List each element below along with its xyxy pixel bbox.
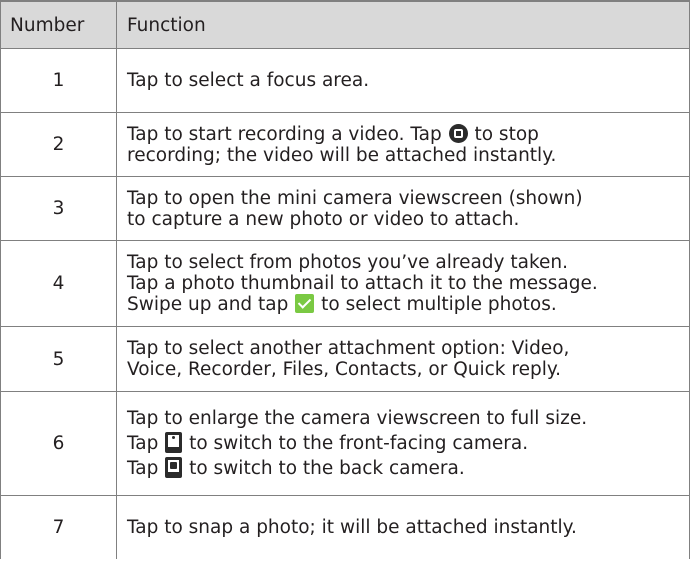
stop-record-icon	[448, 123, 468, 143]
function-text: Tap	[127, 458, 165, 479]
front-camera-icon	[165, 432, 183, 453]
table-row: 1 Tap to select a focus area.	[0, 48, 690, 113]
function-text: to capture a new photo or video to attac…	[127, 208, 520, 230]
table-row: 7 Tap to snap a photo; it will be attach…	[0, 495, 690, 559]
function-text: Tap	[127, 433, 165, 454]
function-text: recording; the video will be attached in…	[127, 144, 557, 166]
table-row: 3 Tap to open the mini camera viewscreen…	[0, 176, 690, 241]
row-function: Tap to snap a photo; it will be attached…	[116, 495, 690, 559]
function-text: Tap to select from photos you’ve already…	[127, 252, 568, 273]
row-number: 5	[0, 326, 117, 392]
row-number: 7	[0, 495, 117, 559]
row-function: Tap to open the mini camera viewscreen (…	[116, 176, 690, 241]
row-number: 1	[0, 48, 117, 113]
function-text: to switch to the back camera.	[183, 458, 465, 479]
checkbox-icon	[295, 294, 315, 313]
function-text: Tap to select another attachment option:…	[127, 338, 570, 359]
row-function: Tap to enlarge the camera viewscreen to …	[116, 391, 690, 496]
row-number: 6	[0, 391, 117, 496]
table-row: 6 Tap to enlarge the camera viewscreen t…	[0, 391, 690, 496]
function-text: to select multiple photos.	[315, 294, 557, 315]
function-text: Tap a photo thumbnail to attach it to th…	[127, 273, 598, 294]
row-function: Tap to start recording a video. Tap to s…	[116, 112, 690, 177]
row-number: 4	[0, 240, 117, 327]
column-header-function: Function	[116, 0, 690, 49]
function-text: to stop	[468, 123, 539, 145]
table-row: 5 Tap to select another attachment optio…	[0, 326, 690, 392]
function-text: Tap to enlarge the camera viewscreen to …	[127, 408, 588, 429]
function-text: to switch to the front-facing camera.	[183, 433, 529, 454]
column-header-number: Number	[0, 0, 117, 49]
function-table: Number Function 1 Tap to select a focus …	[0, 0, 690, 559]
table-row: 4 Tap to select from photos you’ve alrea…	[0, 240, 690, 327]
header-row: Number Function	[0, 0, 690, 49]
function-text: Tap to open the mini camera viewscreen (…	[127, 187, 583, 209]
row-function: Tap to select a focus area.	[116, 48, 690, 113]
row-number: 2	[0, 112, 117, 177]
function-text: Swipe up and tap	[127, 294, 295, 315]
function-text: Tap to snap a photo; it will be attached…	[127, 516, 577, 538]
row-function: Tap to select from photos you’ve already…	[116, 240, 690, 327]
function-text: Tap to select a focus area.	[127, 70, 370, 91]
table-row: 2 Tap to start recording a video. Tap to…	[0, 112, 690, 177]
function-text: Tap to start recording a video. Tap	[127, 123, 448, 145]
row-function: Tap to select another attachment option:…	[116, 326, 690, 392]
back-camera-icon	[165, 457, 183, 478]
function-text: Voice, Recorder, Files, Contacts, or Qui…	[127, 359, 562, 380]
row-number: 3	[0, 176, 117, 241]
